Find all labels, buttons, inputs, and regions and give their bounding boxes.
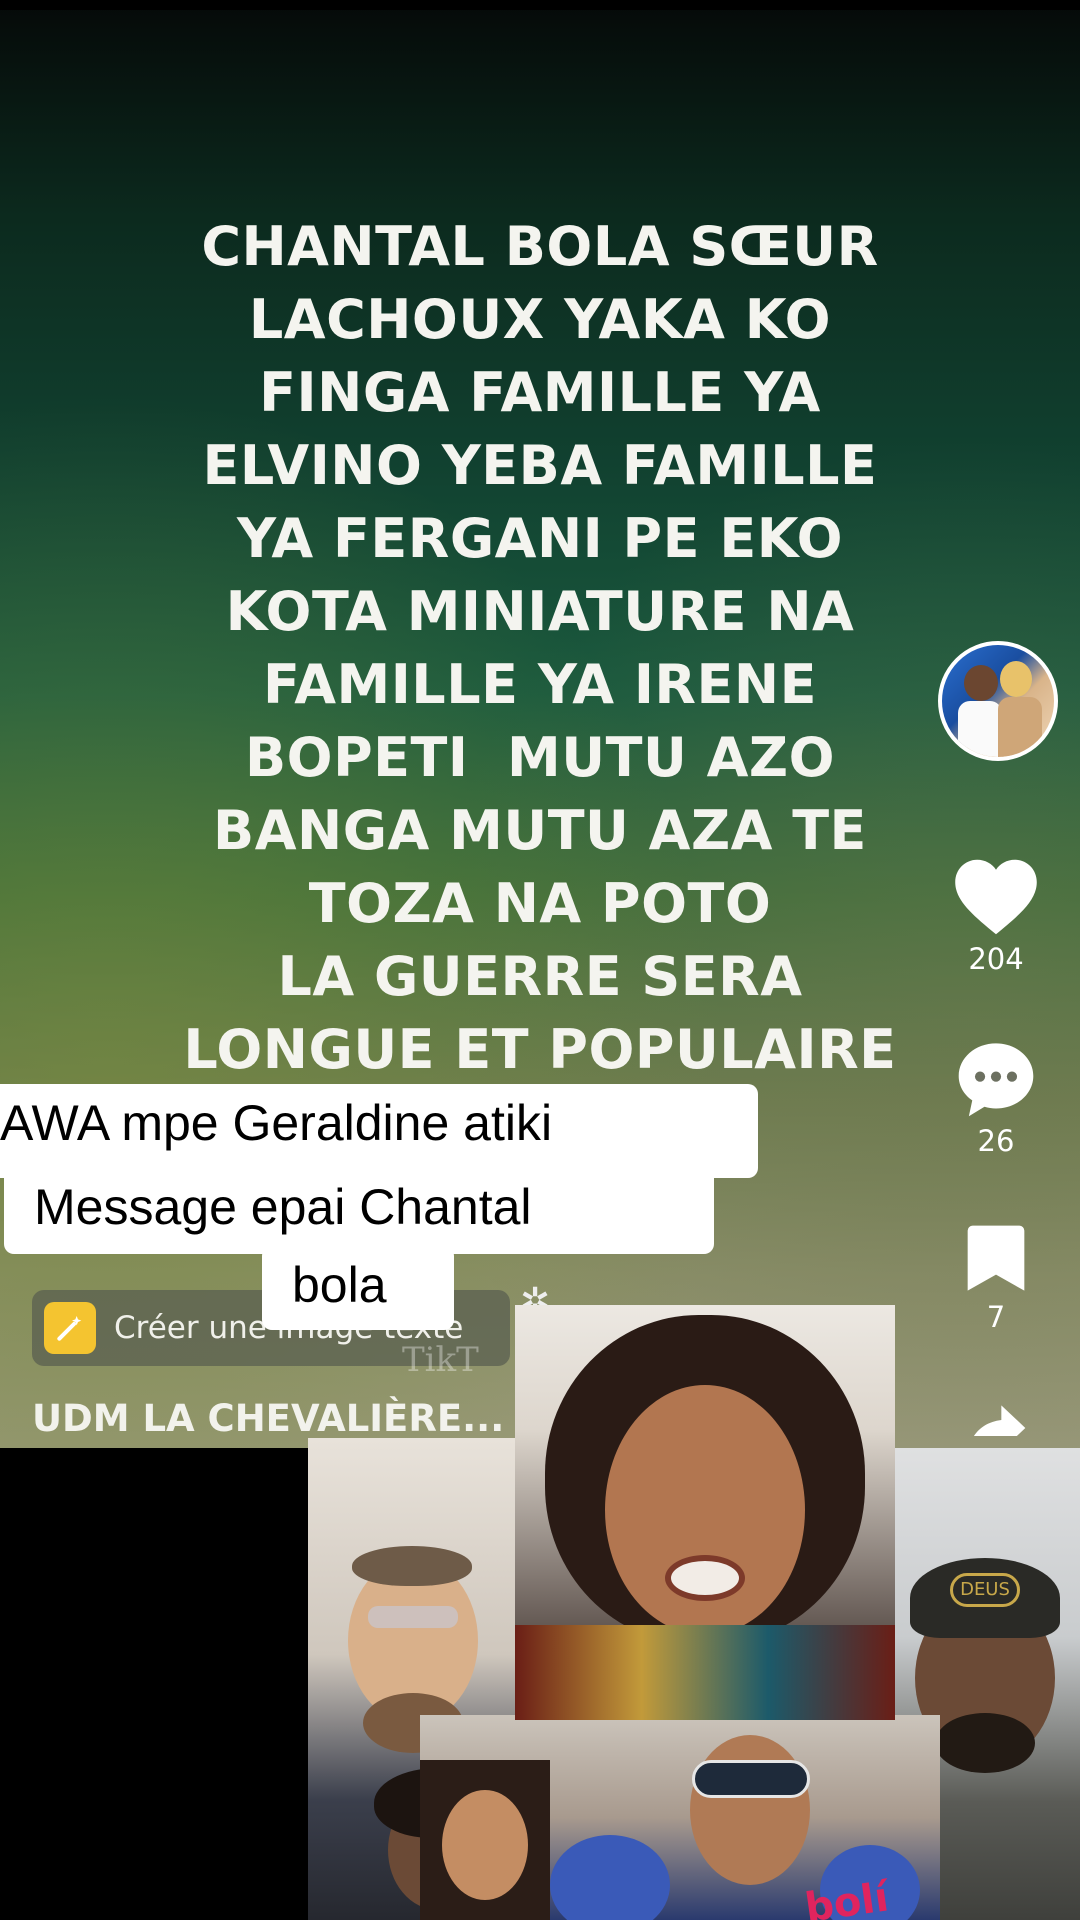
- caption-line-1: AWA mpe Geraldine atiki: [0, 1084, 758, 1178]
- caption-text: bola: [292, 1257, 387, 1313]
- save-button[interactable]: 7: [940, 1224, 1052, 1334]
- like-count: 204: [968, 942, 1024, 976]
- avatar-figure: [998, 697, 1042, 757]
- creator-avatar[interactable]: [938, 641, 1058, 761]
- top-strip: [0, 0, 1080, 10]
- caption-line-2: Message epai Chantal: [4, 1168, 714, 1254]
- quote-line: LONGUE ET POPULAIRE: [183, 1018, 897, 1081]
- quote-line: ELVINO YEBA FAMILLE: [202, 434, 878, 497]
- avatar-figure: [958, 701, 1002, 757]
- music-title[interactable]: UDM LA CHEVALIÈRE...: [32, 1397, 504, 1440]
- comment-icon: [958, 1043, 1034, 1117]
- quote-line: TOZA NA POTO: [308, 872, 772, 935]
- photo-woman-dark-hair: [420, 1760, 550, 1920]
- tiktok-watermark: TikT: [402, 1340, 479, 1380]
- save-count: 7: [986, 1300, 1006, 1334]
- bookmark-icon: [967, 1225, 1025, 1291]
- heart-icon: [955, 859, 1037, 935]
- comment-count: 26: [977, 1124, 1015, 1158]
- quote-line: LA GUERRE SERA: [277, 945, 803, 1008]
- video-quote-text: CHANTAL BOLA SŒUR LACHOUX YAKA KO FINGA …: [150, 210, 930, 1086]
- comment-button[interactable]: 26: [940, 1040, 1052, 1158]
- quote-line: FAMILLE YA IRENE: [263, 653, 817, 716]
- magic-wand-icon: [44, 1302, 96, 1354]
- share-button[interactable]: [940, 1402, 1052, 1436]
- share-icon: [974, 1405, 1026, 1436]
- avatar-face: [964, 665, 998, 701]
- caption-text: AWA mpe Geraldine atiki: [0, 1095, 553, 1151]
- quote-line: LACHOUX YAKA KO: [248, 288, 832, 351]
- photo-woman-shouting: [515, 1305, 895, 1720]
- like-button[interactable]: 204: [940, 858, 1052, 976]
- quote-line: BANGA MUTU AZA TE: [213, 799, 867, 862]
- quote-line: BOPETI MUTU AZO: [245, 726, 835, 789]
- quote-line: YA FERGANI PE EKO: [236, 507, 844, 570]
- quote-line: KOTA MINIATURE NA: [225, 580, 855, 643]
- avatar-face: [1000, 661, 1032, 697]
- quote-line: CHANTAL BOLA SŒUR: [201, 215, 879, 278]
- caption-line-3: bola: [262, 1246, 454, 1330]
- sticker-text: bolí: [802, 1874, 892, 1920]
- quote-line: FINGA FAMILLE YA: [259, 361, 821, 424]
- caption-text: Message epai Chantal: [34, 1179, 532, 1235]
